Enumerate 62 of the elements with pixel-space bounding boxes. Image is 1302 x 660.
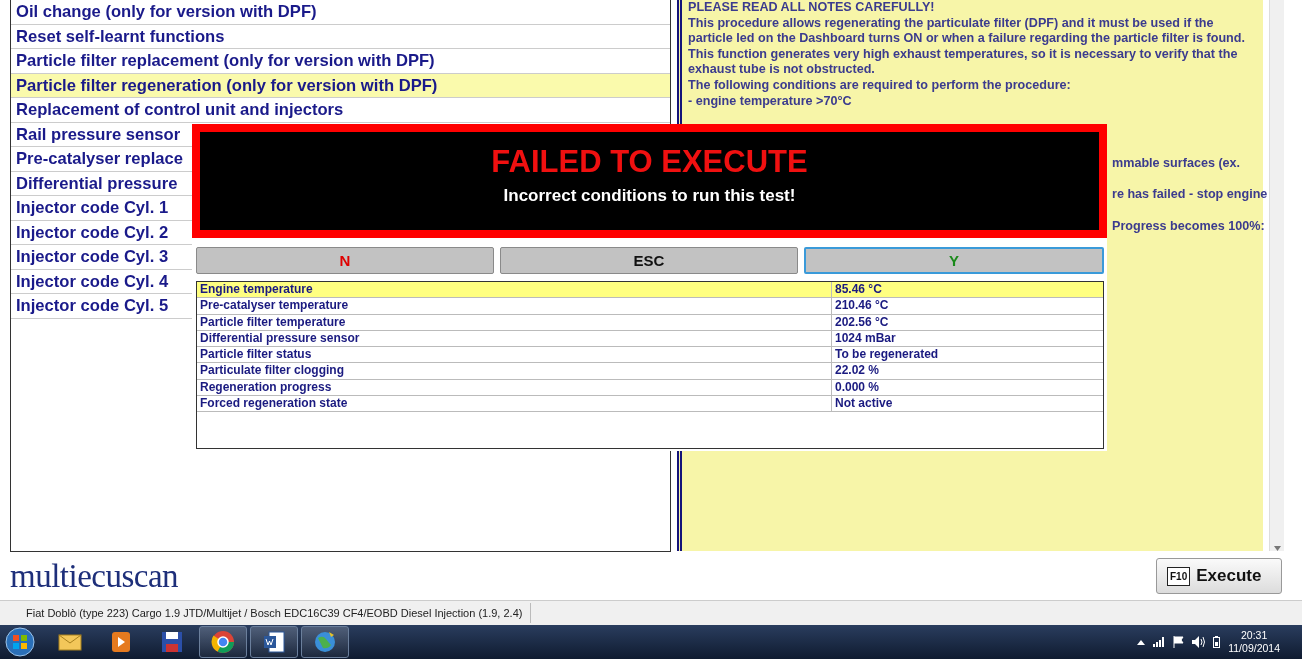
browser-icon [210,629,236,655]
table-cell: Particle filter status [200,347,312,362]
note-text: This function generates very high exhaust temperatures, so it is necessary to verify that the [688,46,1239,63]
error-message: Incorrect conditions to run this test! [503,186,796,206]
clock-date[interactable]: 11/09/2014 [1228,642,1280,655]
table-row[interactable]: Forced regeneration state Not active [197,396,1103,413]
table-row[interactable]: Differential pressure sensor 1024 mBar [197,330,1103,348]
note-text: The following conditions are required to perform the procedure: [688,77,1072,94]
table-cell: Engine temperature [200,282,313,296]
table-row[interactable]: Engine temperature 85.46 °C [197,282,1103,299]
procedure-item[interactable]: Reset self-learnt functions [11,24,670,49]
speaker-icon[interactable] [1192,636,1206,648]
execute-button[interactable]: F10 Execute [1156,558,1282,594]
clock-time[interactable]: 20:31 [1240,629,1268,642]
taskbar-button[interactable] [250,626,298,658]
escape-button[interactable]: ESC [500,247,798,274]
table-cell: Particulate filter clogging [200,363,345,378]
table-cell: Regeneration progress [200,379,332,394]
document-icon [261,629,287,655]
globe-icon [312,629,338,655]
note-text: PLEASE READ ALL NOTES CAREFULLY! [688,0,936,16]
note-text: particle led on the Dashboard turns ON or when a failure regarding the particle filter is found. [688,31,1246,47]
start-button[interactable] [2,626,38,658]
procedure-item[interactable]: Oil change (only for version with DPF) [11,0,670,25]
status-text: Fiat Doblò (type 223) Cargo 1.9 JTD/Multijet / Bosch EDC16C39 CF4/EOBD Diesel Injection (1.9, 2.4) [18,603,532,623]
table-row[interactable]: Particulate filter clogging 22.02 % [197,363,1103,380]
caret-icon[interactable] [1137,639,1146,645]
error-title: FAILED TO EXECUTE [491,144,808,180]
table-cell: Differential pressure sensor [200,330,360,345]
floppy-icon [159,629,185,655]
note-text: Progress becomes 100%: [1112,218,1265,235]
table-row[interactable]: Regeneration progress 0.000 % [197,379,1103,397]
table-cell: 85.46 °C [835,282,882,296]
table-cell: 210.46 °C [835,298,889,313]
note-text: mmable surfaces (ex. [1112,156,1241,172]
table-cell: Pre-catalyser temperature [200,298,349,313]
note-text: - engine temperature >70°C [688,93,853,110]
note-text: re has failed - stop engine [1112,187,1268,203]
scroll-down-icon[interactable] [1273,546,1281,551]
logo: multiecuscan [10,557,179,595]
key-label: F10 [1167,566,1191,586]
table-cell: Not active [835,396,893,411]
table-row[interactable]: Particle filter temperature 202.56 °C [197,314,1103,331]
table-cell: 202.56 °C [835,314,889,329]
table-row[interactable]: Particle filter status To be regenerated [197,347,1103,364]
table-cell: 1024 mBar [835,330,896,345]
note-text: This procedure allows regenerating the particulate filter (DPF) and it must be used if the [688,15,1215,32]
table-row[interactable]: Pre-catalyser temperature 210.46 °C [197,298,1103,315]
note-text: exhaust tube is not obstructed. [688,62,876,78]
taskbar-button[interactable] [199,626,247,658]
procedure-item[interactable]: Particle filter regeneration (only for version with DPF) [11,73,670,98]
battery-icon[interactable] [1213,636,1221,648]
scrollbar[interactable] [1269,0,1284,551]
flag-icon[interactable] [1173,636,1185,648]
table-cell: 22.02 % [835,363,880,378]
table-cell: Particle filter temperature [200,314,346,329]
table-cell: To be regenerated [835,347,939,362]
signal-icon[interactable] [1153,637,1166,647]
procedure-item[interactable]: Replacement of control unit and injectors [11,98,670,123]
procedure-item[interactable]: Particle filter replacement (only for version with DPF) [11,49,670,74]
table-cell: Forced regeneration state [200,396,348,411]
table-cell: 0.000 % [835,379,880,394]
